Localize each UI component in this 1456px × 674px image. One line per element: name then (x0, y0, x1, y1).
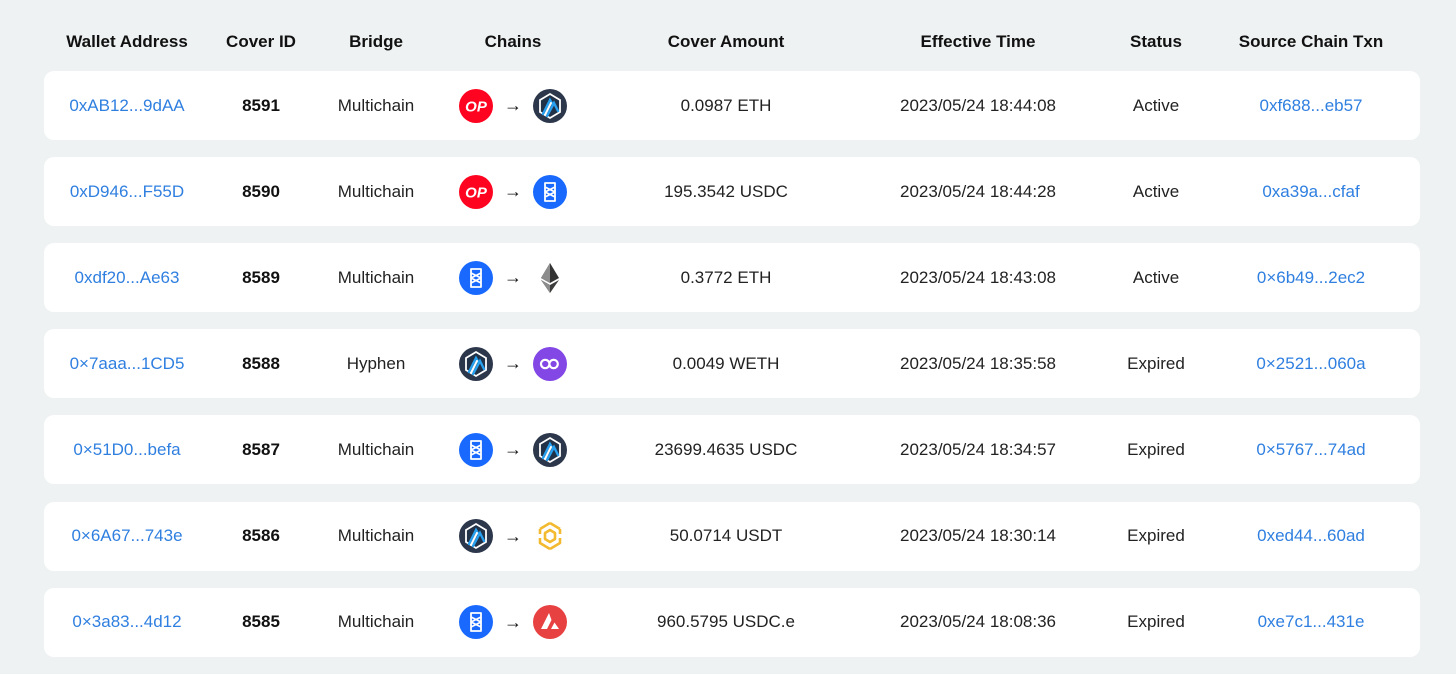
fantom-chain-icon (458, 432, 494, 468)
status-text: Expired (1127, 353, 1185, 373)
effective-time: 2023/05/24 18:44:28 (900, 181, 1056, 201)
source-chain-txn-link[interactable]: 0xa39a...cfaf (1262, 182, 1359, 202)
bridge-name: Multichain (337, 181, 415, 201)
fantom-chain-icon (458, 260, 494, 296)
svg-text:OP: OP (465, 98, 488, 115)
arrow-right-icon: → (504, 95, 522, 115)
svg-text:OP: OP (465, 184, 488, 201)
effective-time: 2023/05/24 18:44:08 (900, 95, 1056, 115)
cover-amount: 0.0987 ETH (680, 95, 772, 115)
status-text: Active (1132, 95, 1180, 115)
arrow-right-icon: → (504, 353, 522, 374)
arrow-right-icon: → (504, 525, 522, 546)
table-row: 0×6A67...743e 8586 Multichain → 50.0714 … (44, 501, 1420, 571)
chains-pair: → (458, 260, 568, 296)
header-bridge: Bridge (349, 32, 403, 51)
source-chain-txn-link[interactable]: 0xed44...60ad (1257, 526, 1365, 546)
wallet-address-link[interactable]: 0xAB12...9dAA (69, 96, 184, 116)
optimism-chain-icon: OP (458, 174, 494, 210)
effective-time: 2023/05/24 18:34:57 (900, 439, 1056, 459)
status-text: Active (1132, 267, 1180, 287)
cover-amount: 0.0049 WETH (672, 353, 780, 373)
arbitrum-chain-icon (458, 346, 494, 382)
cover-id: 8591 (242, 95, 280, 115)
header-chains: Chains (484, 32, 542, 51)
table-header: Wallet Address Cover ID Bridge Chains Co… (44, 0, 1420, 70)
table-row: 0xAB12...9dAA 8591 Multichain OP → 0.098… (44, 71, 1420, 140)
cover-id: 8588 (242, 353, 280, 373)
bridge-name: Multichain (337, 612, 415, 632)
cover-amount: 0.3772 ETH (680, 267, 772, 287)
arbitrum-chain-icon (458, 518, 494, 554)
cover-id: 8585 (242, 612, 280, 632)
arrow-right-icon: → (504, 181, 522, 202)
cover-amount: 50.0714 USDT (669, 526, 783, 545)
cover-id: 8590 (242, 181, 280, 201)
fantom-chain-icon (458, 604, 494, 640)
source-chain-txn-link[interactable]: 0×2521...060a (1256, 354, 1365, 374)
bridge-name: Multichain (337, 526, 415, 545)
cover-id: 8586 (242, 526, 280, 545)
wallet-address-link[interactable]: 0xD946...F55D (70, 182, 184, 202)
cover-amount: 23699.4635 USDC (654, 439, 798, 459)
chains-pair: OP → (458, 174, 568, 210)
wallet-address-link[interactable]: 0×7aaa...1CD5 (70, 354, 185, 374)
table-row: 0×7aaa...1CD5 8588 Hyphen → 0.0049 WETH … (44, 329, 1420, 399)
table-row: 0×3a83...4d12 8585 Multichain → 960.5795… (44, 587, 1420, 657)
cover-id: 8589 (242, 267, 280, 287)
arbitrum-chain-icon (532, 88, 568, 124)
status-text: Active (1132, 181, 1180, 201)
bridge-name: Multichain (337, 267, 415, 287)
bnb-chain-icon (532, 518, 568, 554)
status-text: Expired (1127, 612, 1185, 632)
arrow-right-icon: → (504, 267, 522, 288)
optimism-chain-icon: OP (458, 88, 494, 124)
wallet-address-link[interactable]: 0xdf20...Ae63 (75, 268, 180, 288)
header-wallet-address: Wallet Address (66, 32, 188, 51)
fantom-chain-icon (532, 174, 568, 210)
source-chain-txn-link[interactable]: 0xe7c1...431e (1258, 612, 1365, 632)
source-chain-txn-link[interactable]: 0xf688...eb57 (1259, 96, 1362, 116)
chains-pair: → (458, 518, 568, 554)
wallet-address-link[interactable]: 0×51D0...befa (73, 440, 180, 460)
header-cover-amount: Cover Amount (667, 32, 785, 51)
chains-pair: → (458, 604, 568, 640)
table-row: 0xD946...F55D 8590 Multichain OP → 195.3… (44, 157, 1420, 227)
effective-time: 2023/05/24 18:08:36 (900, 612, 1056, 632)
cover-amount: 960.5795 USDC.e (657, 612, 795, 632)
header-cover-id: Cover ID (226, 32, 296, 51)
header-source-chain-txn: Source Chain Txn (1238, 32, 1384, 51)
bridge-name: Multichain (337, 439, 415, 459)
avalanche-chain-icon (532, 604, 568, 640)
cover-amount: 195.3542 USDC (664, 181, 788, 201)
bridge-name: Multichain (337, 95, 415, 115)
arrow-right-icon: → (504, 439, 522, 460)
ethereum-chain-icon (532, 260, 568, 296)
source-chain-txn-link[interactable]: 0×5767...74ad (1256, 440, 1365, 460)
wallet-address-link[interactable]: 0×3a83...4d12 (72, 612, 181, 632)
chains-pair: → (458, 346, 568, 382)
header-status: Status (1130, 32, 1182, 51)
chains-pair: → (458, 432, 568, 468)
source-chain-txn-link[interactable]: 0×6b49...2ec2 (1257, 268, 1365, 288)
status-text: Expired (1127, 439, 1185, 459)
effective-time: 2023/05/24 18:35:58 (900, 353, 1056, 373)
polygon-chain-icon (532, 346, 568, 382)
effective-time: 2023/05/24 18:43:08 (900, 267, 1056, 287)
arbitrum-chain-icon (532, 432, 568, 468)
covers-table: Wallet Address Cover ID Bridge Chains Co… (44, 0, 1420, 657)
arrow-right-icon: → (504, 611, 522, 632)
wallet-address-link[interactable]: 0×6A67...743e (71, 526, 182, 546)
chains-pair: OP → (458, 88, 568, 124)
table-row: 0xdf20...Ae63 8589 Multichain → 0.3772 E… (44, 243, 1420, 313)
bridge-name: Hyphen (346, 353, 406, 373)
effective-time: 2023/05/24 18:30:14 (900, 526, 1056, 545)
header-effective-time: Effective Time (920, 32, 1036, 51)
table-row: 0×51D0...befa 8587 Multichain → 23699.46… (44, 415, 1420, 485)
cover-id: 8587 (242, 439, 280, 459)
status-text: Expired (1127, 526, 1185, 545)
